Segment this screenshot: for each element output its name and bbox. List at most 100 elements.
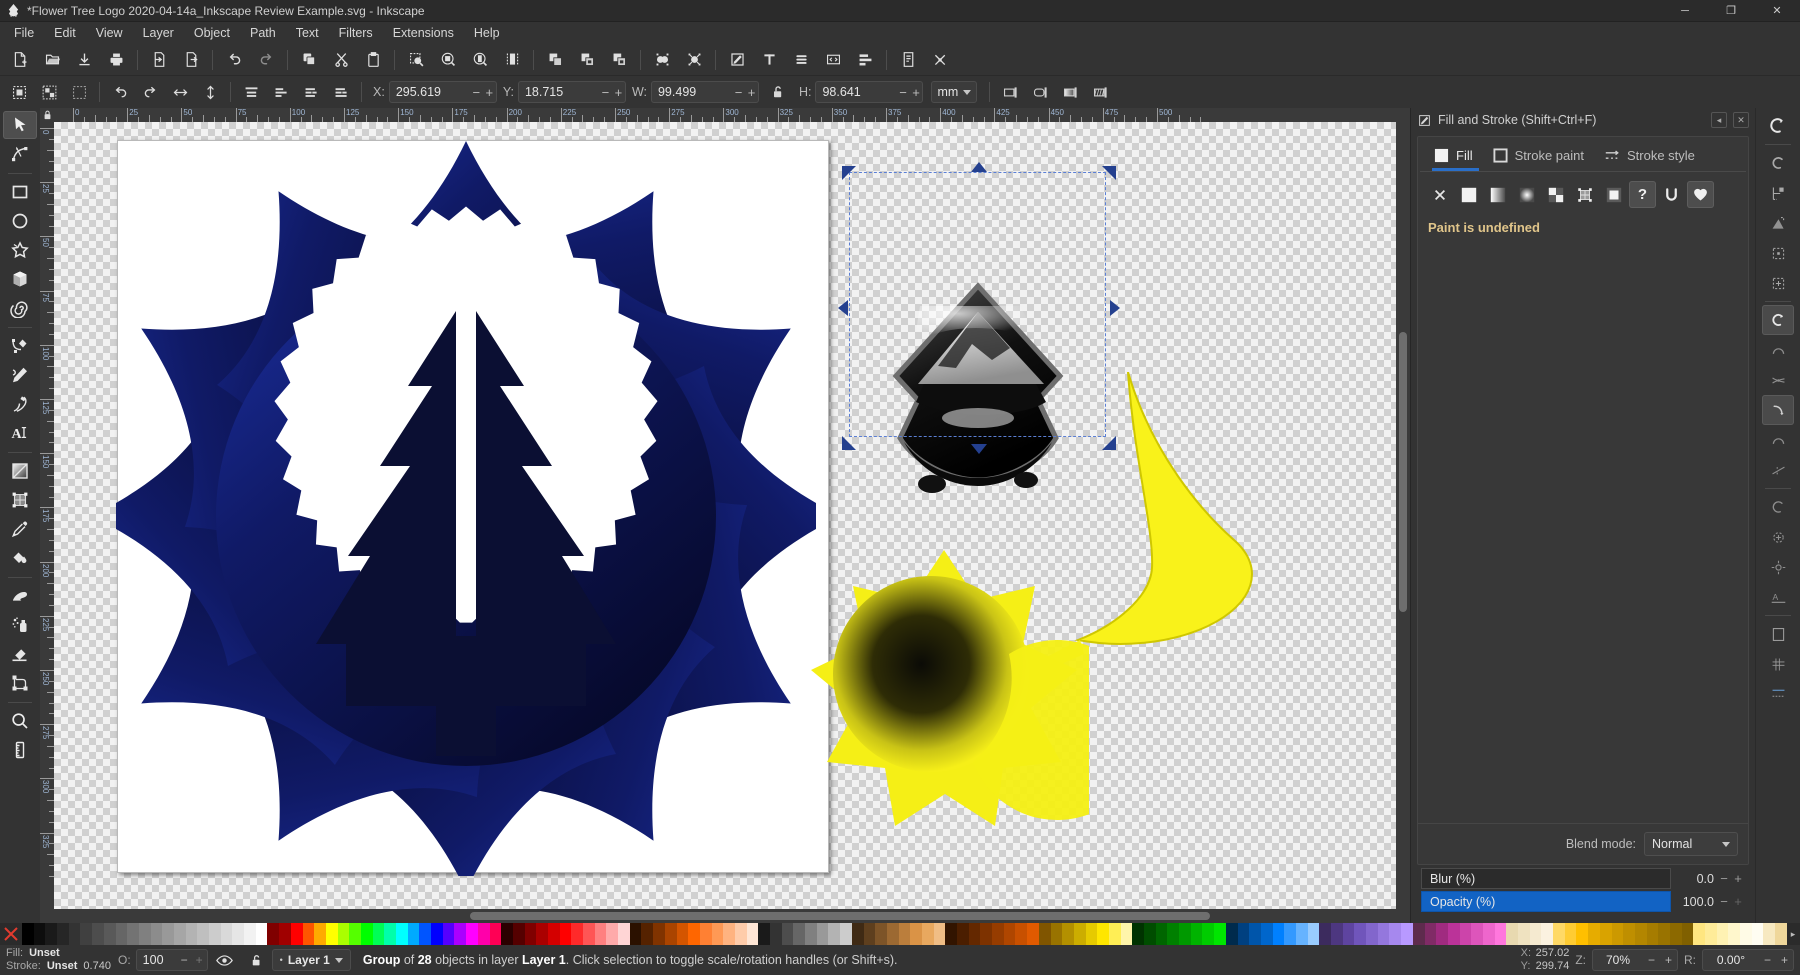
palette-swatch[interactable] bbox=[1273, 923, 1285, 945]
palette-swatch[interactable] bbox=[583, 923, 595, 945]
palette-swatch[interactable] bbox=[513, 923, 525, 945]
horizontal-scroll-thumb[interactable] bbox=[470, 912, 1210, 920]
paint-none-button[interactable] bbox=[1426, 181, 1453, 208]
vertical-scroll-thumb[interactable] bbox=[1399, 332, 1407, 612]
select-all-layers-icon[interactable] bbox=[34, 78, 64, 106]
palette-swatch[interactable] bbox=[1015, 923, 1027, 945]
flip-vertical-icon[interactable] bbox=[195, 78, 225, 106]
dropper-tool[interactable] bbox=[3, 515, 37, 543]
save-document-icon[interactable] bbox=[68, 46, 100, 74]
palette-swatch[interactable] bbox=[1425, 923, 1437, 945]
cut-icon[interactable] bbox=[325, 46, 357, 74]
palette-swatch[interactable] bbox=[1319, 923, 1331, 945]
palette-swatch[interactable] bbox=[887, 923, 899, 945]
xml-editor-pencil-icon[interactable] bbox=[721, 46, 753, 74]
palette-swatch[interactable] bbox=[1004, 923, 1016, 945]
snap-bbox-edges-icon[interactable] bbox=[1762, 178, 1794, 208]
palette-swatch[interactable] bbox=[80, 923, 92, 945]
snap-smooth-nodes-icon[interactable] bbox=[1762, 425, 1794, 455]
xml-editor-icon[interactable] bbox=[817, 46, 849, 74]
palette-swatch[interactable] bbox=[1553, 923, 1565, 945]
blur-decrement[interactable]: − bbox=[1717, 871, 1731, 886]
palette-swatch[interactable] bbox=[1588, 923, 1600, 945]
palette-swatch[interactable] bbox=[1752, 923, 1764, 945]
rotate-cw-90-icon[interactable] bbox=[135, 78, 165, 106]
menu-edit[interactable]: Edit bbox=[44, 22, 86, 44]
open-document-icon[interactable] bbox=[36, 46, 68, 74]
paste-icon[interactable] bbox=[357, 46, 389, 74]
blend-mode-select[interactable]: Normal bbox=[1644, 832, 1738, 856]
star-tool[interactable] bbox=[3, 236, 37, 264]
palette-swatch[interactable] bbox=[1132, 923, 1144, 945]
palette-swatch[interactable] bbox=[1623, 923, 1635, 945]
palette-swatch[interactable] bbox=[805, 923, 817, 945]
gradient-tool[interactable] bbox=[3, 457, 37, 485]
palette-swatch[interactable] bbox=[1167, 923, 1179, 945]
palette-swatch[interactable] bbox=[922, 923, 934, 945]
palette-swatch[interactable] bbox=[606, 923, 618, 945]
palette-swatch[interactable] bbox=[1565, 923, 1577, 945]
menu-text[interactable]: Text bbox=[286, 22, 329, 44]
palette-swatch[interactable] bbox=[1284, 923, 1296, 945]
menu-help[interactable]: Help bbox=[464, 22, 510, 44]
palette-swatch[interactable] bbox=[1530, 923, 1542, 945]
layer-lock-toggle[interactable] bbox=[242, 953, 272, 968]
opacity-field[interactable]: 100 − + bbox=[136, 949, 208, 971]
palette-swatch[interactable] bbox=[174, 923, 186, 945]
lower-icon[interactable] bbox=[296, 78, 326, 106]
palette-swatch[interactable] bbox=[747, 923, 759, 945]
opacity-decrement[interactable]: − bbox=[1717, 894, 1731, 909]
palette-swatch[interactable] bbox=[256, 923, 268, 945]
palette-swatch[interactable] bbox=[1518, 923, 1530, 945]
paint-pattern-button[interactable] bbox=[1542, 181, 1569, 208]
palette-swatch[interactable] bbox=[1308, 923, 1320, 945]
palette-swatch[interactable] bbox=[1576, 923, 1588, 945]
flower-tree-logo[interactable] bbox=[116, 136, 816, 876]
palette-swatch[interactable] bbox=[536, 923, 548, 945]
menu-view[interactable]: View bbox=[86, 22, 133, 44]
new-document-icon[interactable] bbox=[4, 46, 36, 74]
palette-swatch[interactable] bbox=[1693, 923, 1705, 945]
palette-swatch[interactable] bbox=[1179, 923, 1191, 945]
palette-swatch[interactable] bbox=[1074, 923, 1086, 945]
zoom-increment[interactable]: + bbox=[1660, 953, 1677, 967]
palette-swatch[interactable] bbox=[992, 923, 1004, 945]
palette-swatch[interactable] bbox=[1401, 923, 1413, 945]
snap-midpoints-line-segments-icon[interactable] bbox=[1762, 455, 1794, 485]
height-field[interactable]: 98.641 − + bbox=[815, 81, 923, 103]
layers-icon[interactable] bbox=[785, 46, 817, 74]
menu-object[interactable]: Object bbox=[184, 22, 240, 44]
print-document-icon[interactable] bbox=[100, 46, 132, 74]
menu-extensions[interactable]: Extensions bbox=[383, 22, 464, 44]
palette-swatch[interactable] bbox=[1413, 923, 1425, 945]
palette-swatch[interactable] bbox=[116, 923, 128, 945]
palette-swatch[interactable] bbox=[349, 923, 361, 945]
palette-swatch[interactable] bbox=[770, 923, 782, 945]
snap-page-border-icon[interactable] bbox=[1762, 619, 1794, 649]
palette-swatch[interactable] bbox=[1635, 923, 1647, 945]
palette-swatch[interactable] bbox=[595, 923, 607, 945]
fill-stroke-indicator[interactable]: Fill: Unset Stroke: Unset 0.740 bbox=[6, 947, 114, 973]
palette-swatch[interactable] bbox=[1261, 923, 1273, 945]
palette-swatch[interactable] bbox=[1740, 923, 1752, 945]
palette-swatch[interactable] bbox=[267, 923, 279, 945]
x-increment[interactable]: + bbox=[483, 85, 496, 100]
rotation-increment[interactable]: + bbox=[1776, 953, 1793, 967]
palette-swatch[interactable] bbox=[361, 923, 373, 945]
import-document-icon[interactable] bbox=[143, 46, 175, 74]
snap-others-icon[interactable] bbox=[1762, 492, 1794, 522]
affect-gradients-icon[interactable] bbox=[1055, 78, 1085, 106]
horizontal-ruler[interactable]: 0255075100125150175200225250275300325350… bbox=[54, 108, 1410, 122]
palette-swatch[interactable] bbox=[326, 923, 338, 945]
palette-swatch[interactable] bbox=[793, 923, 805, 945]
mesh-tool[interactable] bbox=[3, 486, 37, 514]
paint-swatch-button[interactable] bbox=[1600, 181, 1627, 208]
zoom-page-icon[interactable] bbox=[464, 46, 496, 74]
align-distribute-icon[interactable] bbox=[849, 46, 881, 74]
snap-nodes-paths-icon[interactable] bbox=[1762, 305, 1794, 335]
blur-slider[interactable]: Blur (%) bbox=[1421, 868, 1671, 889]
lock-aspect-ratio-icon[interactable] bbox=[763, 78, 793, 106]
palette-swatch[interactable] bbox=[1541, 923, 1553, 945]
palette-swatch[interactable] bbox=[571, 923, 583, 945]
palette-swatch[interactable] bbox=[443, 923, 455, 945]
